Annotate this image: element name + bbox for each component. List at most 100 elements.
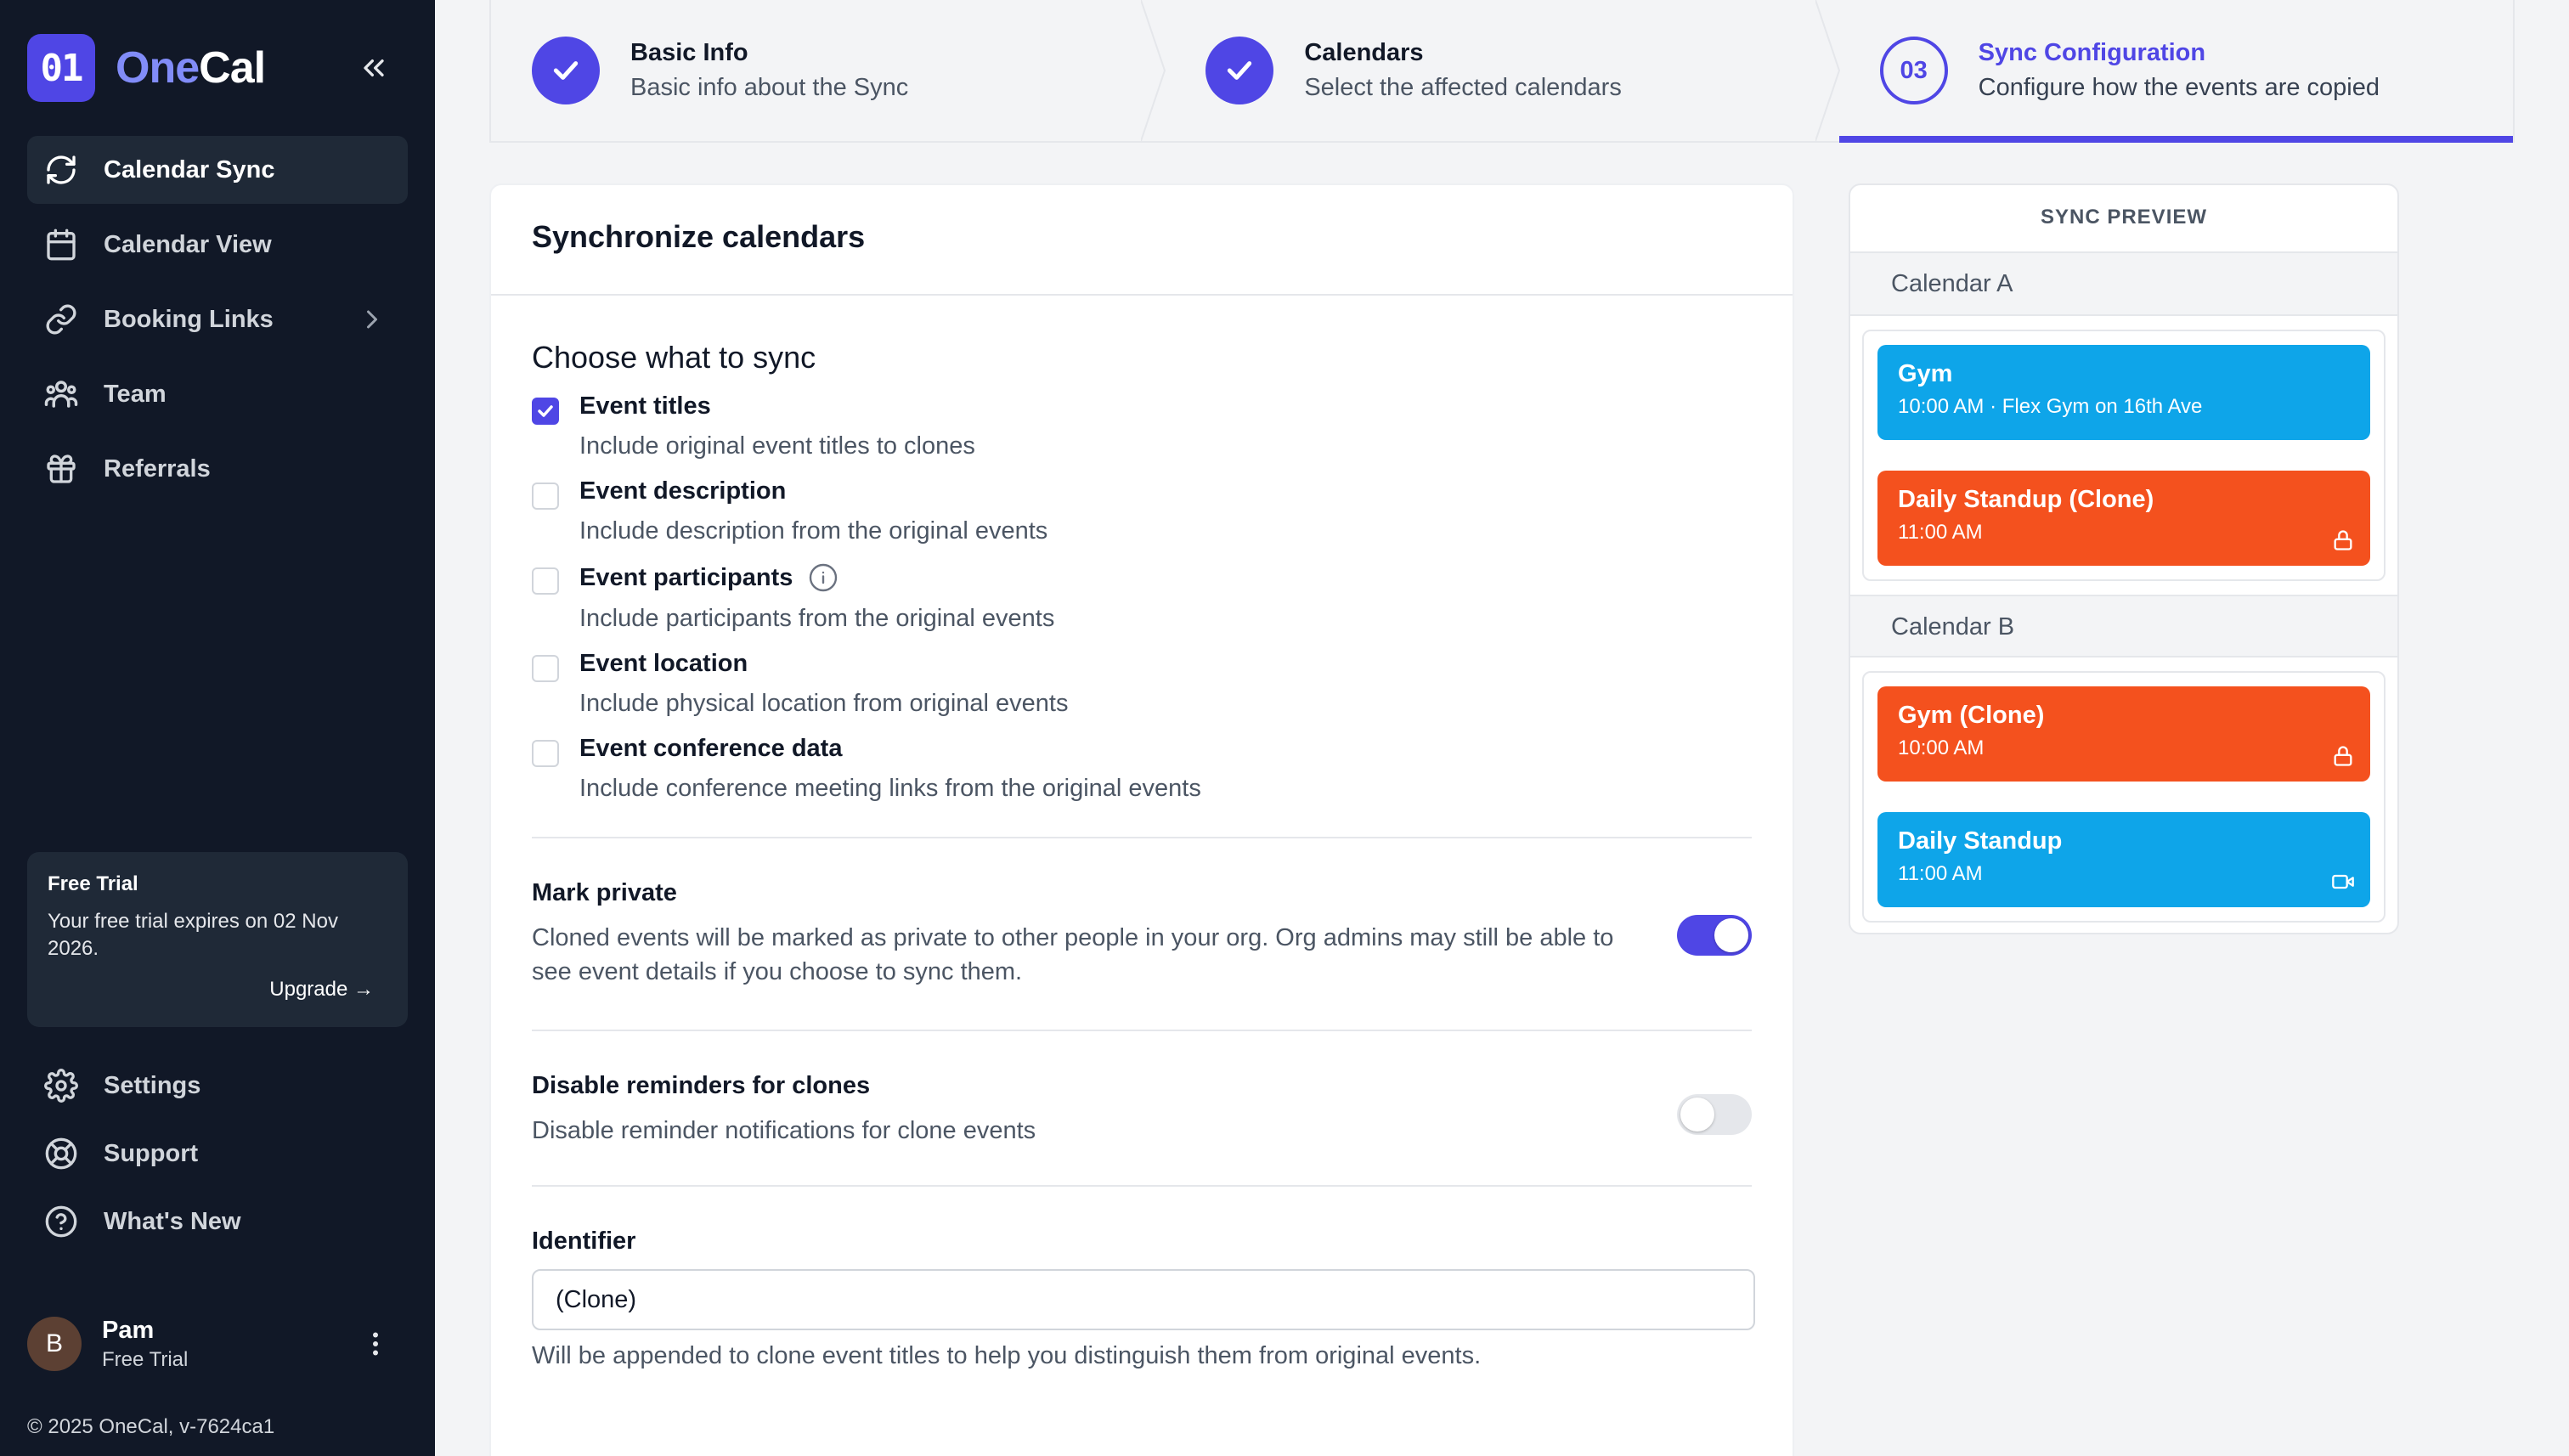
collapse-sidebar-button[interactable] <box>353 48 394 88</box>
mark-private-toggle[interactable] <box>1677 915 1752 956</box>
toggle-knob <box>1714 918 1748 952</box>
option-event-description[interactable]: Event description Include description fr… <box>532 477 1752 545</box>
double-chevron-left-icon <box>364 59 384 77</box>
lifebuoy-icon <box>42 1135 80 1172</box>
trial-title: Free Trial <box>48 872 138 895</box>
event-time: 10:00 AM · Flex Gym on 16th Ave <box>1898 395 2203 418</box>
nav-item-support[interactable]: Support <box>27 1123 408 1184</box>
event-time: 11:00 AM <box>1898 862 1983 885</box>
lock-icon <box>2334 746 2352 766</box>
event-titles-checkbox[interactable] <box>532 398 559 425</box>
event-title: Gym (Clone) <box>1898 702 2045 729</box>
logo-text: OneCal <box>116 43 266 93</box>
option-event-conference-data[interactable]: Event conference data Include conference… <box>532 735 1752 803</box>
event-participants-checkbox[interactable] <box>532 567 559 595</box>
step-title: Calendars <box>1304 39 1424 66</box>
option-label: Event location <box>579 650 748 677</box>
identifier-input[interactable] <box>532 1269 1755 1330</box>
event-title: Gym <box>1898 360 1953 387</box>
nav-label: Support <box>104 1139 199 1167</box>
preview-event-gym: Gym 10:00 AM · Flex Gym on 16th Ave <box>1877 345 2370 440</box>
nav-label: Calendar View <box>104 230 272 258</box>
user-profile[interactable]: B Pam Free Trial <box>27 1315 408 1373</box>
link-icon <box>42 301 80 338</box>
mark-private-title: Mark private <box>532 879 677 906</box>
nav-item-team[interactable]: Team <box>27 360 408 428</box>
nav-label: Team <box>104 380 167 408</box>
option-label: Event participants <box>579 563 793 591</box>
preview-event-gym-clone: Gym (Clone) 10:00 AM <box>1877 686 2370 782</box>
user-plan: Free Trial <box>102 1347 189 1371</box>
upgrade-link[interactable]: Upgrade → <box>269 978 374 1002</box>
step-title: Basic Info <box>630 39 748 66</box>
avatar: B <box>27 1317 82 1371</box>
disable-reminders-toggle[interactable] <box>1677 1094 1752 1135</box>
option-event-titles[interactable]: Event titles Include original event titl… <box>532 392 1752 460</box>
check-icon <box>553 61 579 80</box>
event-description-checkbox[interactable] <box>532 483 559 510</box>
user-name: Pam <box>102 1316 155 1344</box>
calendar-a-events: Gym 10:00 AM · Flex Gym on 16th Ave Dail… <box>1862 330 2386 581</box>
option-description: Include description from the original ev… <box>579 517 1048 545</box>
step-title: Sync Configuration <box>1978 39 2206 66</box>
nav-label: Calendar Sync <box>104 155 275 183</box>
option-event-location[interactable]: Event location Include physical location… <box>532 650 1752 718</box>
question-icon <box>42 1203 80 1240</box>
step-subtitle: Configure how the events are copied <box>1978 74 2380 101</box>
identifier-label: Identifier <box>532 1227 636 1255</box>
copyright: © 2025 OneCal, v-7624ca1 <box>27 1415 275 1438</box>
event-location-checkbox[interactable] <box>532 655 559 682</box>
section-title: Choose what to sync <box>532 340 816 375</box>
option-label: Event conference data <box>579 735 843 762</box>
calendar-icon <box>42 226 80 263</box>
nav-item-calendar-view[interactable]: Calendar View <box>27 211 408 279</box>
event-conference-data-checkbox[interactable] <box>532 740 559 767</box>
step-subtitle: Select the affected calendars <box>1304 74 1622 101</box>
nav-item-whats-new[interactable]: What's New <box>27 1191 408 1252</box>
current-step-indicator <box>1838 136 2513 143</box>
sync-preview-title: SYNC PREVIEW <box>1850 185 2397 253</box>
nav-item-calendar-sync[interactable]: Calendar Sync <box>27 136 408 204</box>
step-basic-info[interactable]: Basic Info Basic info about the Sync <box>491 0 1166 141</box>
lock-icon <box>2334 530 2352 550</box>
option-event-participants[interactable]: Event participants Include participants … <box>532 562 1752 633</box>
trial-text: Your free trial expires on 02 Nov 2026. <box>48 910 338 960</box>
free-trial-card: Free Trial Your free trial expires on 02… <box>27 852 408 1027</box>
sync-icon <box>42 151 80 189</box>
team-icon <box>42 375 80 413</box>
event-time: 10:00 AM <box>1898 736 1985 759</box>
onecal-logo[interactable]: 01 OneCal <box>27 34 266 102</box>
calendar-b-label: Calendar B <box>1850 595 2397 657</box>
user-info: Pam Free Trial <box>102 1317 188 1372</box>
card-title: Synchronize calendars <box>491 185 1793 296</box>
option-description: Include physical location from original … <box>579 690 1069 717</box>
wizard-stepper: Basic Info Basic info about the Sync Cal… <box>489 0 2515 143</box>
logo-mark: 01 <box>27 34 95 102</box>
preview-event-daily-standup-clone: Daily Standup (Clone) 11:00 AM <box>1877 471 2370 566</box>
main-nav: Calendar Sync Calendar View Booking Link… <box>27 136 408 510</box>
sync-settings-card: Synchronize calendars Choose what to syn… <box>489 183 1794 1456</box>
check-icon <box>1228 61 1252 80</box>
step-subtitle: Basic info about the Sync <box>630 74 909 101</box>
event-title: Daily Standup (Clone) <box>1898 486 2154 513</box>
disable-reminders-description: Disable reminder notifications for clone… <box>532 1117 1036 1144</box>
more-vertical-icon[interactable] <box>360 1329 391 1359</box>
nav-item-referrals[interactable]: Referrals <box>27 435 408 503</box>
divider <box>532 1185 1752 1187</box>
toggle-knob <box>1680 1098 1714 1132</box>
option-description: Include original event titles to clones <box>579 432 975 460</box>
step-number-badge: 03 <box>1879 37 1948 104</box>
nav-label: Booking Links <box>104 305 274 333</box>
step-complete-badge <box>532 37 600 104</box>
nav-item-settings[interactable]: Settings <box>27 1055 408 1116</box>
nav-item-booking-links[interactable]: Booking Links <box>27 285 408 353</box>
info-icon[interactable] <box>808 562 838 593</box>
event-title: Daily Standup <box>1898 827 2063 855</box>
step-complete-badge <box>1205 37 1274 104</box>
nav-label: Settings <box>104 1071 201 1099</box>
step-sync-configuration[interactable]: 03 Sync Configuration Configure how the … <box>1838 0 2513 143</box>
bottom-nav: Settings Support What's New <box>27 1055 408 1259</box>
step-separator <box>1815 0 1840 141</box>
step-calendars[interactable]: Calendars Select the affected calendars <box>1165 0 1840 141</box>
calendar-a-label: Calendar A <box>1850 253 2397 316</box>
